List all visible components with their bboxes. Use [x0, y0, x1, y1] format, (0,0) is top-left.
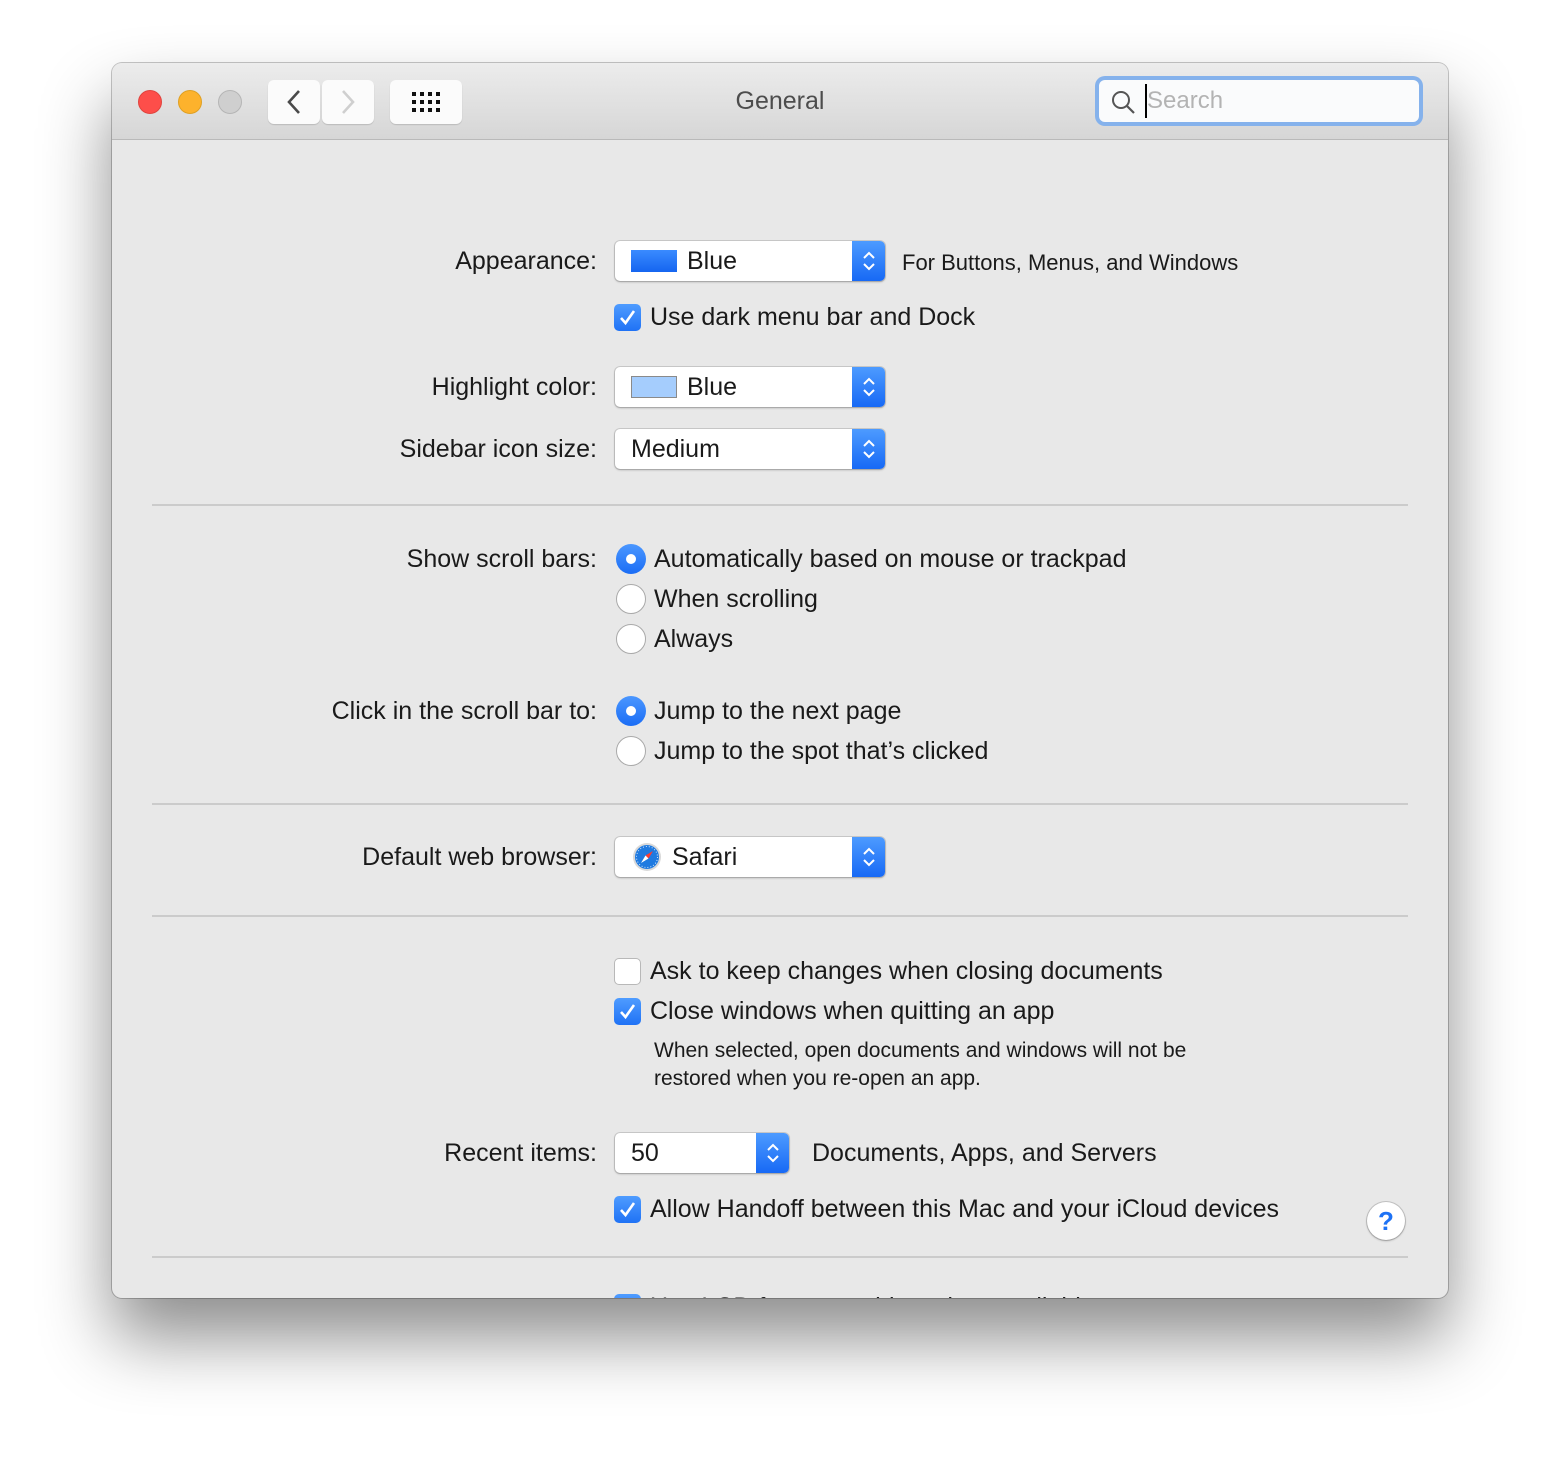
close-windows-checkbox[interactable]: [614, 998, 641, 1025]
section-divider: [152, 1256, 1408, 1258]
handoff-checkbox[interactable]: [614, 1196, 641, 1223]
highlight-swatch: [631, 376, 677, 398]
section-divider: [152, 504, 1408, 506]
click-scroll-bar-label: Click in the scroll bar to:: [331, 697, 597, 725]
ask-keep-changes-checkbox[interactable]: [614, 958, 641, 985]
scroll-bars-auto-label[interactable]: Automatically based on mouse or trackpad: [654, 545, 1126, 574]
popup-arrows-icon: [852, 429, 885, 469]
jump-next-page-radio[interactable]: [616, 696, 646, 726]
search-input[interactable]: [1145, 84, 1409, 118]
checkmark-icon: [620, 310, 636, 326]
checkmark-icon: [620, 1202, 636, 1218]
appearance-note: For Buttons, Menus, and Windows: [902, 250, 1239, 275]
recent-items-note: Documents, Apps, and Servers: [812, 1139, 1157, 1167]
title-bar: General: [112, 63, 1448, 140]
general-preferences-pane: Appearance: Blue For Buttons, Menus, and…: [112, 140, 1448, 1298]
help-icon: ?: [1378, 1205, 1394, 1236]
appearance-popup[interactable]: Blue: [615, 241, 885, 281]
highlight-color-value: Blue: [687, 372, 738, 401]
checkmark-icon: [614, 1294, 641, 1298]
jump-to-spot-radio[interactable]: [616, 736, 646, 766]
lcd-smoothing-label[interactable]: Use LCD font smoothing when available: [650, 1293, 1095, 1298]
scroll-bars-when-scrolling-radio[interactable]: [616, 584, 646, 614]
popup-arrows-icon: [852, 837, 885, 877]
close-windows-description-line1: When selected, open documents and window…: [654, 1039, 1187, 1062]
popup-arrows-icon: [852, 241, 885, 281]
sidebar-icon-size-value: Medium: [631, 434, 720, 463]
preferences-window: General Appearance: Blue For Buttons, Me…: [112, 63, 1448, 1298]
show-scroll-bars-label: Show scroll bars:: [406, 545, 597, 573]
handoff-label[interactable]: Allow Handoff between this Mac and your …: [650, 1195, 1279, 1224]
highlight-color-label: Highlight color:: [431, 373, 597, 401]
section-divider: [152, 915, 1408, 917]
scroll-bars-when-scrolling-label[interactable]: When scrolling: [654, 585, 818, 614]
safari-icon: [633, 843, 661, 871]
popup-arrows-icon: [756, 1133, 789, 1173]
appearance-value: Blue: [687, 246, 738, 275]
appearance-swatch: [631, 250, 677, 272]
jump-to-spot-label[interactable]: Jump to the spot that’s clicked: [654, 737, 988, 766]
default-browser-label: Default web browser:: [362, 843, 597, 871]
highlight-color-popup[interactable]: Blue: [615, 367, 885, 407]
recent-items-popup[interactable]: 50: [615, 1133, 789, 1173]
search-icon: [1112, 91, 1135, 114]
dark-menu-checkbox[interactable]: [614, 304, 641, 331]
dark-menu-label[interactable]: Use dark menu bar and Dock: [650, 303, 975, 332]
scroll-bars-auto-radio[interactable]: [616, 544, 646, 574]
section-divider: [152, 803, 1408, 805]
popup-arrows-icon: [852, 367, 885, 407]
appearance-label: Appearance:: [455, 247, 597, 275]
jump-next-page-label[interactable]: Jump to the next page: [654, 697, 901, 726]
default-browser-popup[interactable]: Safari: [615, 837, 885, 877]
recent-items-value: 50: [631, 1138, 659, 1167]
scroll-bars-always-radio[interactable]: [616, 624, 646, 654]
checkmark-icon: [620, 1004, 636, 1020]
help-button[interactable]: ?: [1367, 1202, 1405, 1240]
default-browser-value: Safari: [672, 842, 738, 871]
lcd-smoothing-checkbox[interactable]: [614, 1294, 641, 1298]
sidebar-icon-size-label: Sidebar icon size:: [399, 435, 597, 463]
close-windows-label[interactable]: Close windows when quitting an app: [650, 997, 1054, 1026]
sidebar-icon-size-popup[interactable]: Medium: [615, 429, 885, 469]
ask-keep-changes-label[interactable]: Ask to keep changes when closing documen…: [650, 957, 1163, 986]
scroll-bars-always-label[interactable]: Always: [654, 625, 733, 654]
close-windows-description-line2: restored when you re-open an app.: [654, 1067, 981, 1090]
recent-items-label: Recent items:: [444, 1139, 597, 1167]
search-field[interactable]: [1095, 76, 1423, 126]
